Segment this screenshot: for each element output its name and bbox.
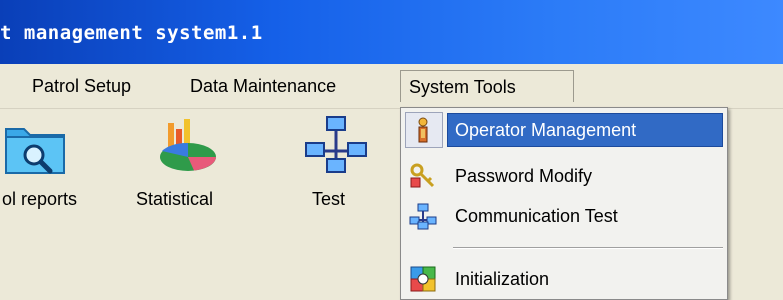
keys-icon	[410, 163, 435, 188]
folder-search-icon	[5, 128, 65, 174]
title-bar: t management system1.1	[0, 0, 783, 64]
menu-item-communication-test[interactable]: Communication Test	[405, 197, 723, 235]
toolbar-test-button[interactable]: Test	[290, 109, 390, 221]
menu-patrol-setup[interactable]: Patrol Setup	[24, 70, 139, 102]
menu-system-tools[interactable]: System Tools	[400, 70, 574, 102]
pie-chart-icon	[160, 119, 216, 171]
network-icon	[409, 203, 437, 230]
menu-item-label: Initialization	[455, 269, 550, 289]
menu-item-label: Password Modify	[455, 166, 593, 186]
toolbar-label: Test	[312, 189, 346, 209]
network-computers-icon	[305, 116, 367, 173]
system-tools-dropdown: Operator Management Password Modify Comm…	[400, 107, 728, 300]
menu-item-label: Operator Management	[455, 120, 637, 140]
menu-bar: Patrol Setup Data Maintenance System Too…	[0, 64, 783, 109]
menu-item-initialization[interactable]: Initialization	[405, 260, 723, 298]
menu-item-password-modify[interactable]: Password Modify	[405, 157, 723, 195]
toolbar-label: Statistical	[136, 189, 214, 209]
toolbar-label: ol reports	[2, 189, 78, 209]
menu-separator	[453, 247, 723, 249]
window-title: t management system1.1	[0, 22, 263, 44]
toolbar-statistical-button[interactable]: Statistical	[130, 109, 250, 221]
operator-icon	[418, 117, 428, 143]
menu-data-maintenance[interactable]: Data Maintenance	[182, 70, 344, 102]
menu-item-operator-management[interactable]: Operator Management	[405, 111, 723, 149]
toolbar-patrol-reports-button[interactable]: ol reports	[0, 109, 115, 221]
menu-item-label: Communication Test	[455, 206, 618, 226]
initialization-icon	[410, 266, 436, 292]
